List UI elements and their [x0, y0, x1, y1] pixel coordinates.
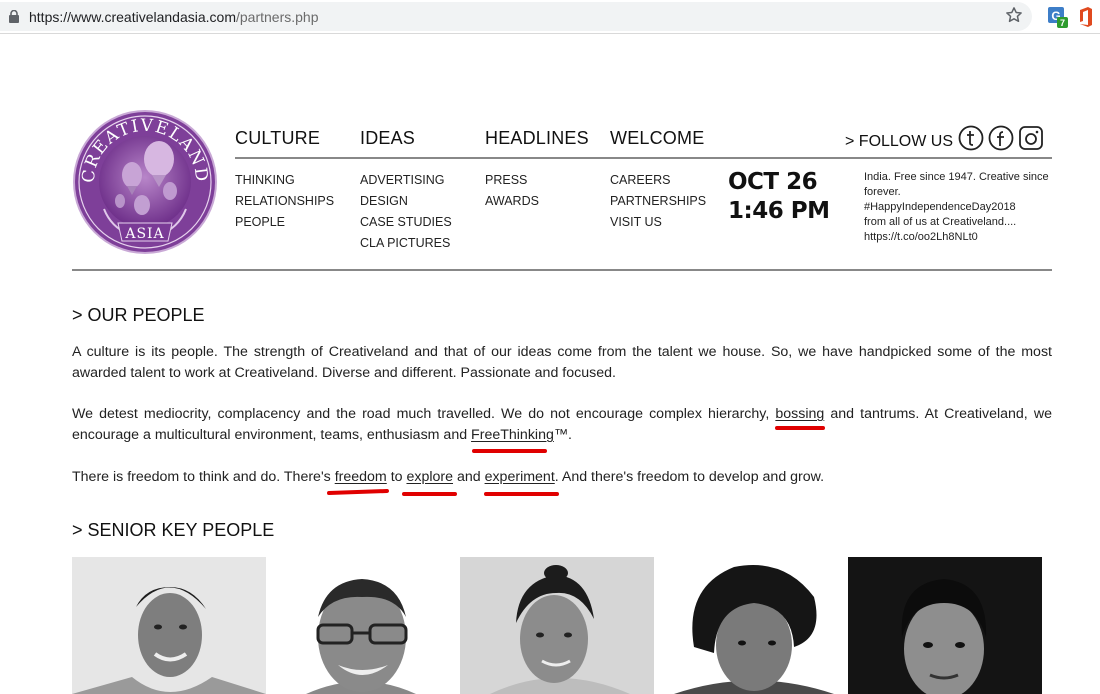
bookmark-star-icon[interactable] [1005, 6, 1023, 24]
extension-badge-count: 7 [1060, 18, 1065, 28]
nav-item-people[interactable]: PEOPLE [235, 212, 334, 233]
nav-item-advertising[interactable]: ADVERTISING [360, 170, 452, 191]
logo-text-bottom: ASIA [124, 226, 164, 242]
nav-item-press[interactable]: PRESS [485, 170, 539, 191]
url-domain: https://www.creativelandasia.com [29, 9, 236, 25]
nav-item-cla-pictures[interactable]: CLA PICTURES [360, 233, 452, 254]
nav-column-ideas: IDEAS ADVERTISING DESIGN CASE STUDIES CL… [360, 128, 452, 250]
nav-column-culture: CULTURE THINKING RELATIONSHIPS PEOPLE [235, 128, 334, 229]
nav-item-careers[interactable]: CAREERS [610, 170, 706, 191]
text-run: ™. [553, 427, 572, 443]
nav-item-design[interactable]: DESIGN [360, 191, 452, 212]
lock-icon [9, 10, 19, 23]
text-run: to [386, 469, 407, 485]
tumblr-icon[interactable] [958, 125, 984, 151]
nav-heading-welcome[interactable]: WELCOME [610, 128, 704, 152]
red-annotation-mark [326, 488, 390, 496]
person-photo-2[interactable] [266, 557, 460, 694]
latest-tweet: India. Free since 1947. Creative since f… [864, 170, 1054, 245]
url-path: /partners.php [235, 9, 319, 25]
url-text[interactable]: https://www.creativelandasia.com/partner… [29, 9, 318, 25]
nav-heading-culture[interactable]: CULTURE [235, 128, 320, 152]
instagram-icon[interactable] [1018, 125, 1044, 151]
creativeland-asia-logo[interactable]: CREATIVELAND ASIA [72, 109, 218, 255]
text-run: There is freedom to think and do. There'… [72, 469, 335, 485]
text-run: and [453, 469, 485, 485]
our-people-heading: > OUR PEOPLE [72, 305, 205, 325]
person-photo-3[interactable] [460, 557, 654, 694]
tweet-link[interactable]: https://t.co/oo2Lh8NLt0 [864, 230, 1054, 245]
our-people-paragraph-2: We detest mediocrity, complacency and th… [72, 404, 1052, 446]
person-photo-4[interactable] [654, 557, 848, 694]
tweet-hashtag[interactable]: #HappyIndependenceDay2018 [864, 200, 1054, 215]
senior-key-people-heading: > SENIOR KEY PEOPLE [72, 520, 275, 540]
extension-icon[interactable]: G 7 [1047, 7, 1069, 29]
our-people-paragraph-3: There is freedom to think and do. There'… [72, 467, 1052, 488]
nav-item-partnerships[interactable]: PARTNERSHIPS [610, 191, 706, 212]
nav-item-case-studies[interactable]: CASE STUDIES [360, 212, 452, 233]
our-people-paragraph-1: A culture is its people. The strength of… [72, 344, 1052, 381]
red-annotation-mark [775, 426, 825, 430]
office-extension-icon[interactable] [1077, 7, 1093, 27]
nav-item-thinking[interactable]: THINKING [235, 170, 334, 191]
tweet-line: India. Free since 1947. Creative since f… [864, 171, 1049, 198]
explore-word: explore [406, 469, 454, 485]
browser-toolbar: https://www.creativelandasia.com/partner… [0, 0, 1100, 34]
nav-column-welcome: WELCOME CAREERS PARTNERSHIPS VISIT US [610, 128, 706, 229]
person-photo-5[interactable] [848, 557, 1042, 694]
text-run: We detest mediocrity, complacency and th… [72, 406, 776, 422]
header-divider [72, 269, 1052, 271]
person-photo-1[interactable] [72, 557, 266, 694]
text-run: . And there's freedom to develop and gro… [554, 469, 825, 485]
nav-item-awards[interactable]: AWARDS [485, 191, 539, 212]
time-text: 1:46 PM [728, 198, 830, 224]
nav-divider [235, 157, 1052, 159]
red-annotation-mark [472, 449, 547, 453]
experiment-word: experiment [484, 469, 555, 485]
date-text: OCT 26 [728, 169, 818, 195]
nav-item-visit-us[interactable]: VISIT US [610, 212, 706, 233]
address-bar[interactable]: https://www.creativelandasia.com/partner… [0, 2, 1032, 31]
nav-item-relationships[interactable]: RELATIONSHIPS [235, 191, 334, 212]
freedom-word: freedom [334, 469, 387, 485]
bossing-word: bossing [775, 406, 825, 422]
nav-heading-ideas[interactable]: IDEAS [360, 128, 415, 152]
nav-heading-headlines[interactable]: HEADLINES [485, 128, 589, 152]
nav-column-headlines: HEADLINES PRESS AWARDS [485, 128, 589, 208]
follow-us-label: > FOLLOW US [845, 133, 954, 150]
red-annotation-mark [402, 492, 457, 496]
red-annotation-mark [484, 492, 559, 496]
tweet-line: from all of us at Creativeland.... [864, 216, 1017, 228]
datetime-display: OCT 26 1:46 PM [728, 168, 830, 226]
facebook-icon[interactable] [988, 125, 1014, 151]
freethinking-word: FreeThinking [471, 427, 554, 443]
